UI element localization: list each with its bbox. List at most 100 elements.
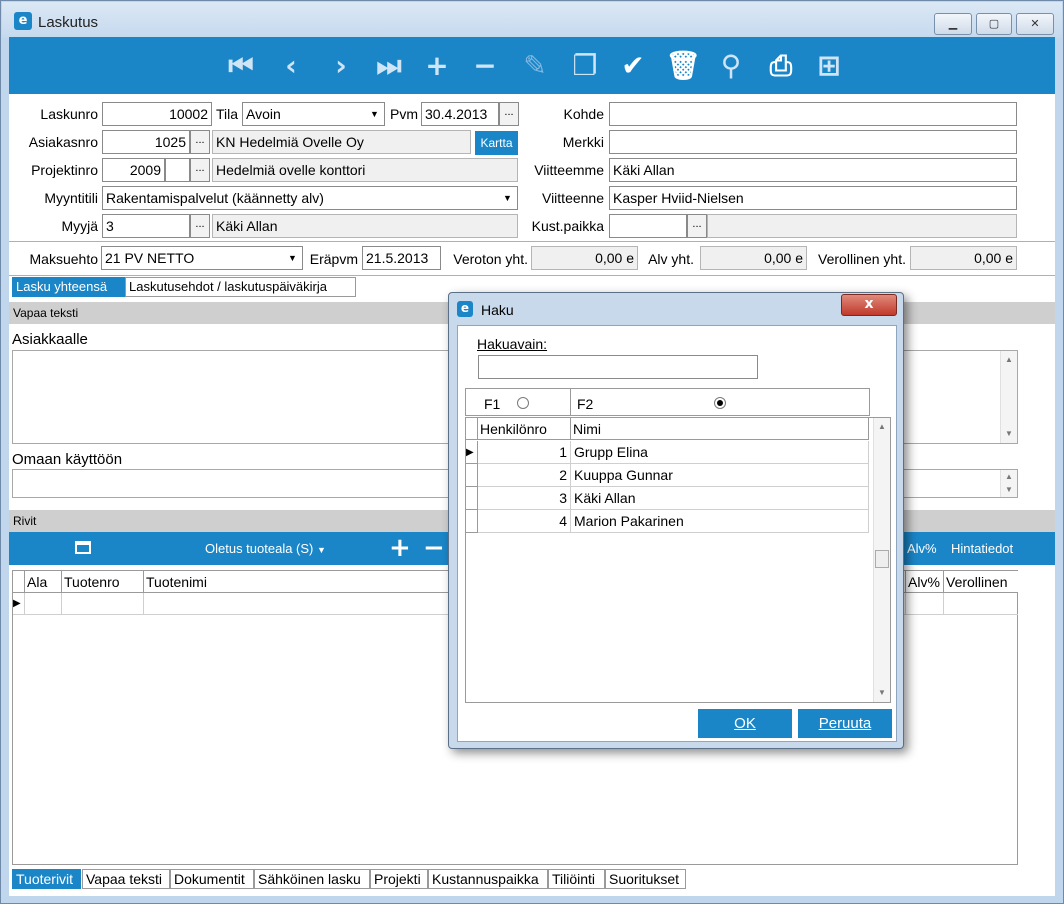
scroll-down-icon[interactable]: ▼ — [1001, 427, 1017, 441]
kohde-field[interactable] — [609, 102, 1017, 126]
myyntitili-select[interactable]: Rakentamispalvelut (käännetty alv) ▼ — [102, 186, 518, 210]
scrollbar[interactable]: ▲ ▼ — [873, 418, 890, 702]
tab-lasku-yhteensa[interactable]: Lasku yhteensä — [12, 277, 125, 297]
kustpaikka-name-field — [707, 214, 1017, 238]
table-cell-nimi[interactable]: Marion Pakarinen — [571, 510, 869, 533]
scroll-down-icon[interactable]: ▼ — [1001, 483, 1017, 497]
projekti-sub-field[interactable] — [165, 158, 190, 182]
maximize-icon[interactable]: ▢ — [976, 13, 1012, 35]
table-cell[interactable] — [944, 593, 1018, 615]
table-cell-henkilonro[interactable]: 2 — [478, 464, 571, 487]
table-cell-henkilonro[interactable]: 1 — [478, 441, 571, 464]
add-row-icon[interactable]: + — [389, 533, 411, 563]
trash-icon[interactable]: 🗑 — [663, 46, 703, 86]
tuoteala-value: Oletus tuoteala (S) — [205, 541, 314, 556]
alv-pct-button[interactable]: Alv% — [907, 541, 937, 556]
remove-icon[interactable]: − — [465, 46, 505, 86]
scrollbar[interactable]: ▲ ▼ — [1000, 351, 1017, 443]
hakuavain-input[interactable] — [478, 355, 758, 379]
ok-button[interactable]: OK — [698, 709, 792, 738]
asiakasnro-ellipsis-button[interactable]: ... — [190, 130, 210, 154]
results-grid[interactable]: Henkilönro Nimi ▶ 1 Grupp Elina 2 Kuuppa Gun… — [465, 417, 891, 703]
table-cell[interactable] — [25, 593, 62, 615]
edit-icon[interactable]: ✎ — [515, 46, 555, 86]
row-selector[interactable] — [466, 510, 478, 533]
table-cell-nimi[interactable]: Käki Allan — [571, 487, 869, 510]
projektinro-ellipsis-button[interactable]: ... — [190, 158, 210, 182]
tila-select[interactable]: Avoin ▼ — [242, 102, 385, 126]
export-icon[interactable]: ⊞ — [809, 46, 849, 86]
col-nimi[interactable]: Nimi — [571, 418, 869, 440]
myyja-ellipsis-button[interactable]: ... — [190, 214, 210, 238]
col-henkilonro[interactable]: Henkilönro — [478, 418, 571, 440]
f2-radio[interactable] — [714, 397, 726, 409]
row-selector[interactable] — [466, 487, 478, 510]
tuoteala-select[interactable]: Oletus tuoteala (S) ▼ — [205, 541, 326, 556]
hintatiedot-button[interactable]: Hintatiedot — [951, 541, 1013, 556]
kustpaikka-label: Kust.paikka — [531, 218, 604, 234]
first-record-icon[interactable]: ⏮ — [221, 46, 261, 86]
scrollbar[interactable]: ▲ ▼ — [1000, 470, 1017, 497]
last-record-icon[interactable]: ⏭ — [369, 46, 409, 86]
tab-vapaa-teksti[interactable]: Vapaa teksti — [82, 869, 170, 889]
copy-icon[interactable]: ❐ — [565, 46, 605, 86]
tab-tiliointi[interactable]: Tiliöinti — [548, 869, 605, 889]
row-selector[interactable]: ▶ — [466, 441, 478, 464]
tab-dokumentit[interactable]: Dokumentit — [170, 869, 254, 889]
table-cell[interactable] — [62, 593, 144, 615]
table-cell-nimi[interactable]: Grupp Elina — [571, 441, 869, 464]
pvm-label: Pvm — [390, 106, 418, 122]
row-selector[interactable] — [466, 464, 478, 487]
tab-sahkoinen-lasku[interactable]: Sähköinen lasku — [254, 869, 370, 889]
maksuehto-select[interactable]: 21 PV NETTO ▼ — [101, 246, 303, 270]
table-cell-henkilonro[interactable]: 3 — [478, 487, 571, 510]
chevron-down-icon: ▼ — [288, 253, 297, 263]
scroll-up-icon[interactable]: ▲ — [1001, 353, 1017, 367]
checkmark-icon[interactable]: ✔ — [613, 46, 653, 86]
scroll-up-icon[interactable]: ▲ — [1001, 470, 1017, 484]
erapvm-field[interactable]: 21.5.2013 — [362, 246, 441, 270]
myyja-field[interactable]: 3 — [102, 214, 190, 238]
laskunro-field[interactable]: 10002 — [102, 102, 212, 126]
dialog-close-icon[interactable]: x — [841, 294, 897, 316]
col-alv[interactable]: Alv% — [906, 571, 944, 593]
minimize-icon[interactable]: ▁ — [934, 13, 972, 35]
tab-laskutusehdot[interactable]: Laskutusehdot / laskutuspäiväkirja — [125, 277, 356, 297]
viitteemme-field[interactable]: Käki Allan — [609, 158, 1017, 182]
table-cell-henkilonro[interactable]: 4 — [478, 510, 571, 533]
cancel-button[interactable]: Peruuta — [798, 709, 892, 738]
tab-projekti[interactable]: Projekti — [370, 869, 428, 889]
projektinro-field[interactable]: 2009 — [102, 158, 165, 182]
asiakasnro-field[interactable]: 1025 — [102, 130, 190, 154]
tab-tuoterivit[interactable]: Tuoterivit — [12, 869, 81, 889]
printer-icon[interactable]: ⎙ — [761, 46, 801, 86]
scroll-thumb[interactable] — [875, 550, 889, 568]
remove-row-icon[interactable]: − — [423, 533, 445, 563]
merkki-field[interactable] — [609, 130, 1017, 154]
dialog-body: Hakuavain: F1 F2 Henkilönro Nimi ▶ 1 Grupp… — [457, 325, 897, 742]
kustpaikka-ellipsis-button[interactable]: ... — [687, 214, 707, 238]
col-tuotenro[interactable]: Tuotenro — [62, 571, 144, 593]
kustpaikka-field[interactable] — [609, 214, 687, 238]
myyntitili-label: Myyntitili — [44, 190, 98, 206]
pvm-ellipsis-button[interactable]: ... — [499, 102, 519, 126]
tab-suoritukset[interactable]: Suoritukset — [605, 869, 686, 889]
table-cell[interactable] — [906, 593, 944, 615]
table-cell-nimi[interactable]: Kuuppa Gunnar — [571, 464, 869, 487]
verollinen-label: Verollinen yht. — [818, 251, 906, 267]
col-ala[interactable]: Ala — [25, 571, 62, 593]
previous-record-icon[interactable]: ‹ — [271, 46, 311, 86]
close-icon[interactable]: ✕ — [1016, 13, 1054, 35]
kartta-button[interactable]: Kartta — [475, 131, 518, 155]
tab-kustannuspaikka[interactable]: Kustannuspaikka — [428, 869, 548, 889]
next-record-icon[interactable]: › — [321, 46, 361, 86]
f1-radio[interactable] — [517, 397, 529, 409]
pvm-field[interactable]: 30.4.2013 — [421, 102, 499, 126]
flashlight-icon[interactable]: ⚲ — [711, 46, 751, 86]
viitteenne-field[interactable]: Kasper Hviid-Nielsen — [609, 186, 1017, 210]
col-verollinen[interactable]: Verollinen — [944, 571, 1018, 593]
add-icon[interactable]: + — [417, 46, 457, 86]
window-icon[interactable] — [75, 541, 91, 554]
scroll-down-icon[interactable]: ▼ — [874, 686, 890, 700]
scroll-up-icon[interactable]: ▲ — [874, 420, 890, 434]
